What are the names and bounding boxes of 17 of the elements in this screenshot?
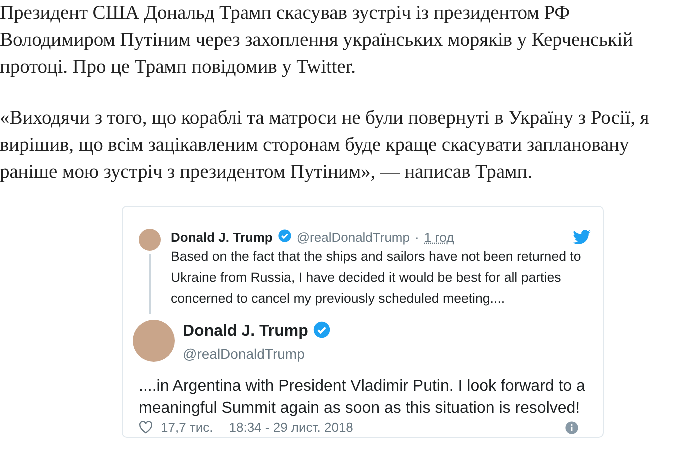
author-name[interactable]: Donald J. Trump	[183, 323, 308, 341]
tweet-text: ....in Argentina with President Vladimir Putin. I look forward to a meaningful Summit again as soon as this situation is resolved!	[139, 377, 586, 419]
author-handle[interactable]: @realDonaldTrump	[183, 346, 332, 362]
tweet-text: Based on the fact that the ships and sailors have not been returned to Ukraine from Russia, I have decided it would be best for all parties concerned to cancel my previously scheduled meeting....	[171, 248, 582, 308]
bird-icon[interactable]	[573, 230, 591, 245]
avatar	[139, 229, 161, 251]
tweet-time[interactable]: 1 год	[424, 230, 454, 245]
avatar	[133, 320, 175, 362]
tweet-timestamp[interactable]: 18:34 - 29 лист. 2018	[229, 420, 354, 435]
separator: ·	[415, 230, 420, 245]
heart-icon[interactable]	[139, 421, 153, 434]
article-paragraph: Президент США Дональд Трамп скасував зустріч із президентом РФ Володимиром Путіним через захоплення українських моряків у Керченській протоці. Про це Трамп повідомив у Twitter.	[0, 2, 634, 80]
author-name[interactable]: Donald J. Trump	[171, 230, 273, 245]
like-count[interactable]: 17,7 тис.	[161, 420, 214, 435]
article-paragraph: «Виходячи з того, що кораблі та матроси не були повернуті в Україну з Росії, я вирішив, що всім зацікавленим сторонам буде краще скасувати заплановану раніше мою зустріч з президентом Путіним», — написав Трамп.	[0, 107, 650, 185]
author-handle[interactable]: @realDonaldTrump	[296, 230, 410, 245]
info-icon[interactable]	[565, 420, 579, 434]
